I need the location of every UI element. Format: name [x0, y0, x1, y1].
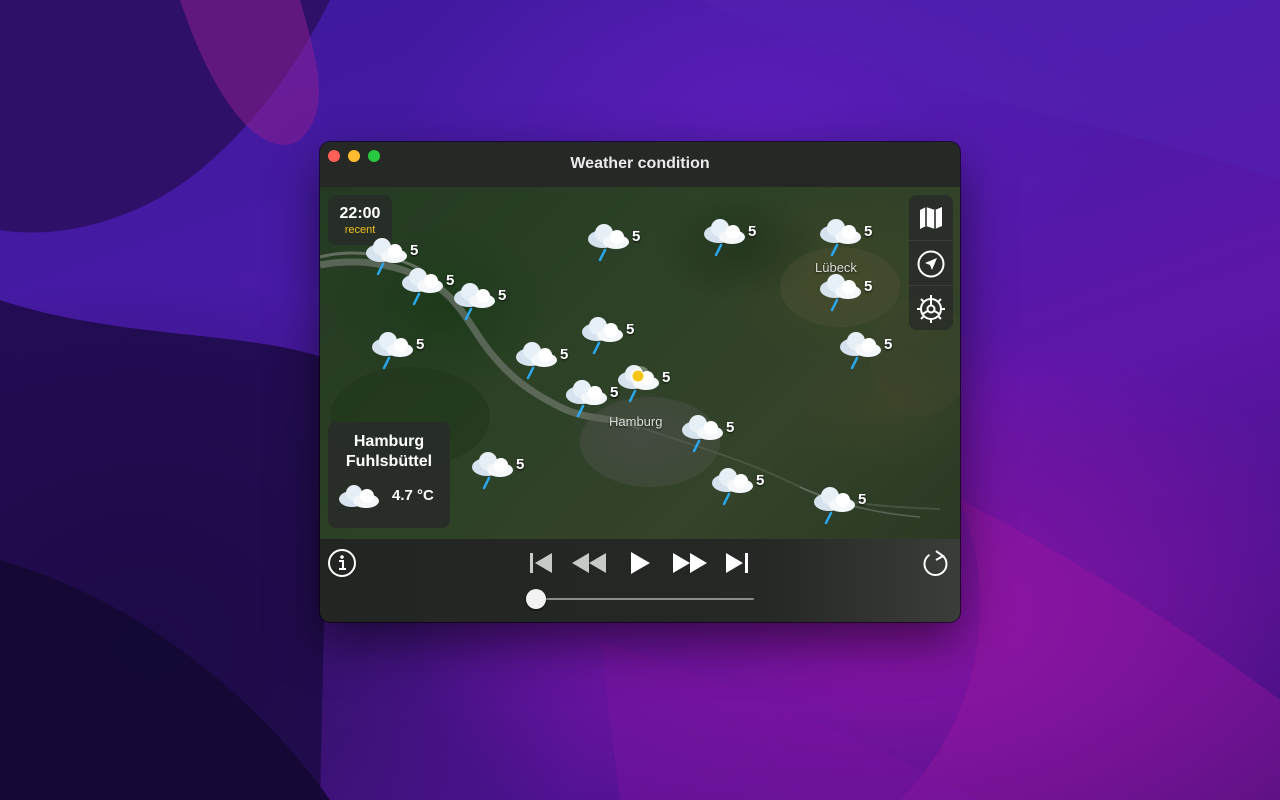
timeline-slider-thumb[interactable]: [526, 589, 546, 609]
refresh-icon: [923, 550, 948, 576]
rain-cloud-icon: [454, 283, 495, 321]
weather-marker[interactable]: 5: [710, 465, 770, 509]
weather-marker[interactable]: 5: [400, 265, 460, 309]
cloudy-icon: [339, 485, 379, 508]
weather-marker-value: 5: [864, 223, 873, 240]
info-button[interactable]: [326, 547, 358, 579]
satellite-map[interactable]: 22:00 recent Lübeck Hamburg 555555555555…: [320, 187, 960, 539]
location-arrow-icon: [917, 250, 945, 277]
weather-marker[interactable]: 5: [702, 216, 762, 260]
rain-cloud-icon: [712, 468, 753, 506]
weather-marker-value: 5: [748, 223, 757, 240]
settings-icon: [917, 294, 945, 323]
playback-controls: [320, 539, 960, 622]
rain-cloud-icon: [840, 332, 881, 370]
weather-marker[interactable]: 5: [564, 377, 624, 421]
weather-marker-value: 5: [516, 456, 525, 473]
timeline-track[interactable]: [536, 598, 754, 600]
weather-marker[interactable]: 5: [616, 362, 676, 406]
play-button[interactable]: [626, 548, 654, 578]
weather-marker[interactable]: 5: [838, 329, 898, 373]
skip-back-icon: [530, 553, 552, 573]
weather-marker[interactable]: 5: [680, 412, 740, 456]
weather-marker-value: 5: [662, 369, 671, 386]
locate-button[interactable]: [909, 240, 953, 286]
weather-marker[interactable]: 5: [470, 449, 530, 493]
station-card[interactable]: Hamburg Fuhlsbüttel 4.7 °C: [328, 422, 450, 528]
rain-cloud-icon: [582, 317, 623, 355]
rain-cloud-icon: [566, 380, 607, 418]
station-name-line1: Hamburg: [353, 433, 425, 450]
weather-marker-value: 5: [498, 287, 507, 304]
weather-marker-value: 5: [410, 242, 419, 259]
rain-cloud-icon: [516, 342, 557, 380]
skip-back-button[interactable]: [527, 549, 555, 577]
weather-marker[interactable]: 5: [812, 484, 872, 528]
rain-cloud-icon: [472, 452, 513, 490]
map-layer-button[interactable]: [909, 195, 953, 240]
weather-marker[interactable]: 5: [818, 216, 878, 260]
rain-cloud-icon: [820, 274, 861, 312]
refresh-button[interactable]: [920, 547, 952, 579]
weather-marker-value: 5: [756, 472, 765, 489]
rewind-button[interactable]: [569, 549, 609, 577]
time-value: 22:00: [339, 205, 381, 222]
weather-marker-value: 5: [864, 278, 873, 295]
rain-cloud-icon: [820, 219, 861, 257]
title-bar: Weather condition: [320, 142, 960, 188]
play-icon: [631, 552, 650, 574]
weather-marker-value: 5: [632, 228, 641, 245]
weather-marker[interactable]: 5: [452, 280, 512, 324]
weather-marker-value: 5: [416, 336, 425, 353]
weather-marker[interactable]: 5: [580, 314, 640, 358]
rain-cloud-icon: [704, 219, 745, 257]
station-name-line2: Fuhlsbüttel: [345, 453, 433, 470]
rain-cloud-icon: [588, 224, 629, 262]
rewind-icon: [572, 553, 606, 573]
map-icon: [920, 206, 942, 229]
rain-cloud-icon: [402, 268, 443, 306]
rain-cloud-icon: [814, 487, 855, 525]
weather-marker[interactable]: 5: [818, 271, 878, 315]
weather-marker[interactable]: 5: [586, 221, 646, 265]
weather-marker-value: 5: [884, 336, 893, 353]
rain-cloud-icon: [618, 365, 659, 403]
station-temperature: 4.7 °C: [392, 487, 434, 504]
weather-marker-value: 5: [858, 491, 867, 508]
fast-forward-button[interactable]: [670, 549, 710, 577]
desktop-background: Weather condition 22:00 recent Lübeck Ha…: [0, 0, 1280, 800]
weather-marker-value: 5: [726, 419, 735, 436]
window-title: Weather condition: [570, 155, 710, 172]
weather-marker-value: 5: [560, 346, 569, 363]
rain-cloud-icon: [682, 415, 723, 453]
app-window: Weather condition 22:00 recent Lübeck Ha…: [320, 142, 960, 622]
info-icon: [328, 549, 356, 577]
skip-forward-icon: [726, 553, 748, 573]
skip-forward-button[interactable]: [723, 549, 751, 577]
settings-button[interactable]: [909, 285, 953, 331]
weather-marker-value: 5: [626, 321, 635, 338]
fast-forward-icon: [673, 553, 707, 573]
rain-cloud-icon: [372, 332, 413, 370]
map-toolbar: [909, 195, 953, 330]
weather-marker[interactable]: 5: [370, 329, 430, 373]
